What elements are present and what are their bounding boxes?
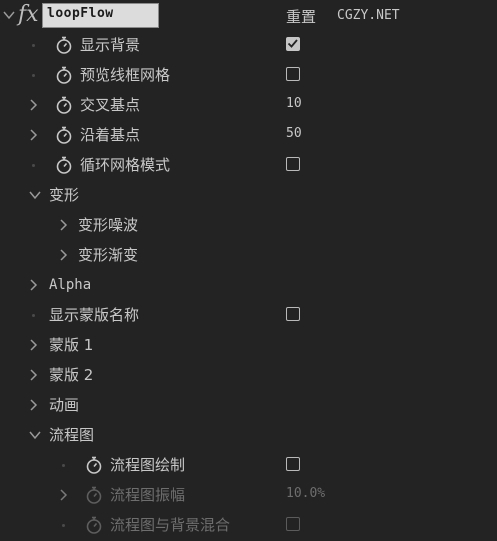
chevron-down-icon[interactable]: [2, 8, 16, 22]
property-label: 流程图振幅: [110, 486, 186, 504]
group-label: 蒙版 1: [49, 336, 94, 354]
stopwatch-icon[interactable]: [54, 95, 74, 115]
stopwatch-icon[interactable]: [54, 125, 74, 145]
group-row-deform[interactable]: 变形: [0, 180, 497, 210]
property-label: 沿着基点: [80, 126, 141, 144]
fx-icon[interactable]: fx: [18, 2, 39, 27]
flowchart-amplitude-value: 10.0%: [286, 486, 326, 501]
bullet-dot: [32, 74, 35, 77]
group-row-mask-1[interactable]: 蒙版 1: [0, 330, 497, 360]
show-background-checkbox[interactable]: [286, 37, 300, 51]
chevron-right-icon[interactable]: [56, 218, 70, 232]
property-row-flowchart-draw: 流程图绘制: [0, 450, 497, 480]
effect-name: loopFlow: [47, 6, 114, 21]
property-row-cross-base-point: 交叉基点 10: [0, 90, 497, 120]
stopwatch-icon: [84, 515, 104, 535]
property-label: 流程图与背景混合: [110, 516, 231, 534]
chevron-right-icon[interactable]: [26, 278, 40, 292]
group-row-deform-gradient[interactable]: 变形渐变: [0, 240, 497, 270]
property-label: 流程图绘制: [110, 456, 186, 474]
group-label: 变形噪波: [78, 216, 139, 234]
group-label: 流程图: [49, 426, 95, 444]
bullet-dot: [32, 314, 35, 317]
group-row-animation[interactable]: 动画: [0, 390, 497, 420]
bullet-dot: [32, 44, 35, 47]
chevron-right-icon[interactable]: [56, 488, 70, 502]
stopwatch-icon[interactable]: [54, 65, 74, 85]
property-row-along-base-point: 沿着基点 50: [0, 120, 497, 150]
property-label: 交叉基点: [80, 96, 141, 114]
chevron-down-icon[interactable]: [28, 428, 42, 442]
group-row-alpha[interactable]: Alpha: [0, 270, 497, 300]
group-label: 蒙版 2: [49, 366, 94, 384]
bullet-dot: [62, 464, 65, 467]
effect-header-row: fx loopFlow 重置 CGZY.NET: [0, 0, 497, 32]
group-label: 变形: [49, 186, 80, 204]
group-label: 动画: [49, 396, 80, 414]
loop-grid-mode-checkbox[interactable]: [286, 157, 300, 171]
property-row-loop-grid-mode: 循环网格模式: [0, 150, 497, 180]
reset-link[interactable]: 重置: [286, 6, 316, 27]
stopwatch-icon[interactable]: [54, 35, 74, 55]
property-row-preview-wireframe-grid: 预览线框网格: [0, 60, 497, 90]
cross-base-point-value[interactable]: 10: [286, 96, 302, 111]
chevron-right-icon[interactable]: [26, 128, 40, 142]
about-link[interactable]: CGZY.NET: [337, 8, 400, 23]
effect-name-field[interactable]: loopFlow: [42, 3, 159, 28]
property-label: 循环网格模式: [80, 156, 171, 174]
chevron-down-icon[interactable]: [28, 188, 42, 202]
chevron-right-icon[interactable]: [56, 248, 70, 262]
stopwatch-icon[interactable]: [84, 455, 104, 475]
along-base-point-value[interactable]: 50: [286, 126, 302, 141]
chevron-right-icon[interactable]: [26, 338, 40, 352]
show-mask-name-checkbox[interactable]: [286, 307, 300, 321]
chevron-right-icon[interactable]: [26, 98, 40, 112]
property-row-show-background: 显示背景: [0, 30, 497, 60]
group-label: 变形渐变: [78, 246, 139, 264]
group-row-mask-2[interactable]: 蒙版 2: [0, 360, 497, 390]
flowchart-draw-checkbox[interactable]: [286, 457, 300, 471]
stopwatch-icon: [84, 485, 104, 505]
group-row-flowchart[interactable]: 流程图: [0, 420, 497, 450]
property-label: 显示背景: [80, 36, 141, 54]
bullet-dot: [32, 164, 35, 167]
chevron-right-icon[interactable]: [26, 398, 40, 412]
preview-wireframe-grid-checkbox[interactable]: [286, 67, 300, 81]
group-label: Alpha: [49, 277, 92, 293]
bullet-dot: [62, 524, 65, 527]
chevron-right-icon[interactable]: [26, 368, 40, 382]
property-row-flowchart-amplitude: 流程图振幅 10.0%: [0, 480, 497, 510]
checkmark-icon: [287, 39, 298, 48]
group-row-deform-noise[interactable]: 变形噪波: [0, 210, 497, 240]
property-row-show-mask-name: 显示蒙版名称: [0, 300, 497, 330]
property-label: 显示蒙版名称: [49, 306, 140, 324]
flowchart-background-blend-checkbox: [286, 517, 300, 531]
stopwatch-icon[interactable]: [54, 155, 74, 175]
property-row-flowchart-background-blend: 流程图与背景混合: [0, 510, 497, 540]
property-label: 预览线框网格: [80, 66, 171, 84]
